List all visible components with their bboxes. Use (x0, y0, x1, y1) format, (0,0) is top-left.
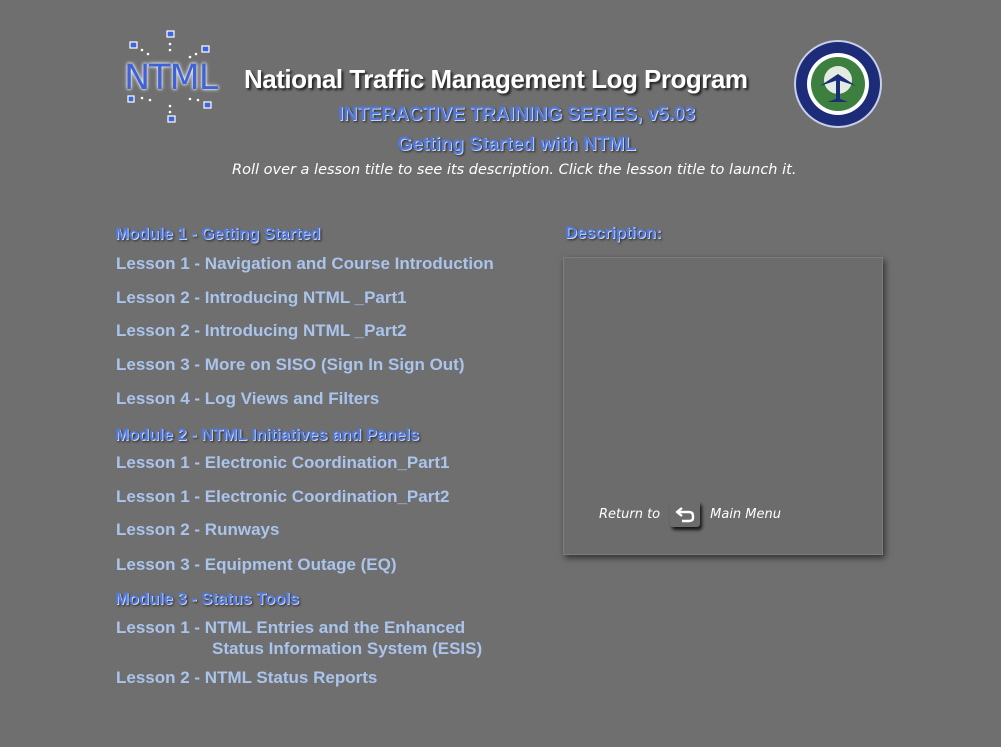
instruction-text: Roll over a lesson title to see its desc… (232, 162, 797, 178)
module-3-title: Module 3 - Status Tools (115, 590, 299, 608)
lesson-link[interactable]: Lesson 2 - Introducing NTML _Part2 (116, 320, 407, 341)
lesson-link[interactable]: Lesson 1 - Navigation and Course Introdu… (116, 253, 494, 274)
lesson-link[interactable]: Lesson 3 - More on SISO (Sign In Sign Ou… (116, 354, 465, 375)
return-to-main-menu: Return to Main Menu (599, 501, 781, 527)
lesson-link-continuation[interactable]: Status Information System (ESIS) (212, 638, 482, 659)
module-2-title: Module 2 - NTML Initiatives and Panels (115, 426, 420, 444)
description-label: Description: (565, 224, 662, 242)
lesson-link[interactable]: Lesson 2 - Introducing NTML _Part1 (116, 287, 407, 308)
page-title: National Traffic Management Log Program (244, 64, 748, 94)
return-button[interactable] (670, 501, 701, 527)
return-prefix-text: Return to (599, 506, 661, 522)
return-arrow-icon (675, 507, 695, 523)
lesson-link[interactable]: Lesson 1 - NTML Entries and the Enhanced (116, 617, 465, 638)
lesson-link[interactable]: Lesson 3 - Equipment Outage (EQ) (116, 554, 397, 575)
faa-seal-icon (794, 40, 882, 128)
lesson-link[interactable]: Lesson 1 - Electronic Coordination_Part2 (116, 486, 449, 507)
return-suffix-text: Main Menu (710, 506, 781, 522)
module-1-title: Module 1 - Getting Started (115, 225, 321, 243)
lesson-link[interactable]: Lesson 2 - NTML Status Reports (116, 667, 377, 688)
lesson-link[interactable]: Lesson 4 - Log Views and Filters (116, 388, 379, 409)
lesson-link[interactable]: Lesson 1 - Electronic Coordination_Part1 (116, 452, 449, 473)
logo-text: NTML (124, 58, 218, 98)
lesson-link[interactable]: Lesson 2 - Runways (116, 519, 279, 540)
course-subtitle: Getting Started with NTML (397, 134, 636, 155)
